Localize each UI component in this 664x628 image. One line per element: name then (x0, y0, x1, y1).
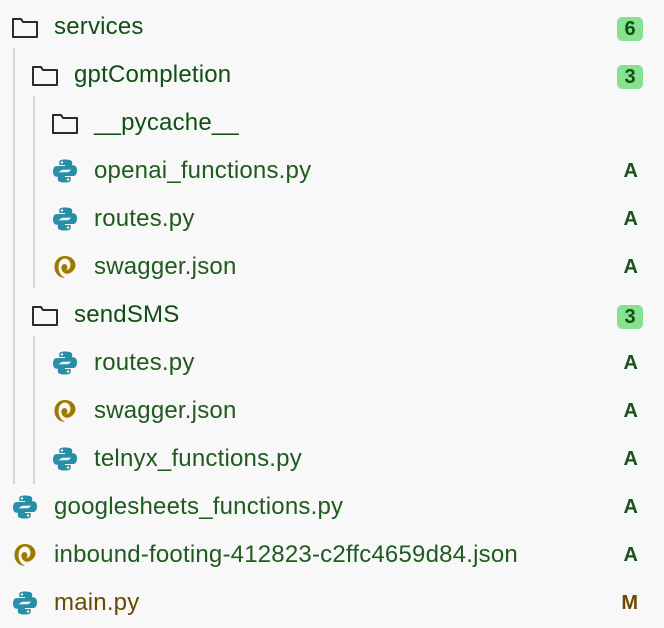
folder-icon (31, 301, 59, 329)
folder-icon (31, 61, 59, 89)
tree-item-label: routes.py (94, 205, 195, 232)
git-status-added: A (623, 160, 638, 182)
tree-item-googlesheets-functions[interactable]: googlesheets_functions.py A (0, 483, 664, 531)
folder-icon (11, 13, 39, 41)
python-icon (11, 589, 39, 617)
python-icon (51, 445, 79, 473)
git-status-modified: M (621, 592, 638, 614)
json-icon (51, 397, 79, 425)
git-status-added: A (623, 256, 638, 278)
git-status-added: A (623, 352, 638, 374)
tree-item-gpt-routes[interactable]: routes.py A (0, 195, 664, 243)
tree-item-label: sendSMS (74, 301, 180, 328)
git-status-added: A (623, 400, 638, 422)
tree-item-label: openai_functions.py (94, 157, 312, 184)
tree-item-label: services (54, 13, 144, 40)
change-count-badge: 6 (617, 17, 643, 41)
python-icon (51, 205, 79, 233)
tree-item-label: inbound-footing-412823-c2ffc4659d84.json (54, 541, 518, 568)
json-icon (51, 253, 79, 281)
folder-icon (51, 109, 79, 137)
change-count-badge: 3 (617, 305, 643, 329)
file-tree: services 6 gptCompletion 3 __pycache__ o… (0, 0, 664, 628)
git-status-added: A (623, 496, 638, 518)
change-count-badge: 3 (617, 65, 643, 89)
git-status-added: A (623, 448, 638, 470)
tree-item-label: swagger.json (94, 397, 237, 424)
tree-item-label: __pycache__ (94, 109, 239, 136)
git-status-added: A (623, 208, 638, 230)
tree-item-telnyx-functions[interactable]: telnyx_functions.py A (0, 435, 664, 483)
python-icon (51, 349, 79, 377)
tree-item-label: routes.py (94, 349, 195, 376)
tree-item-main[interactable]: main.py M (0, 579, 664, 627)
tree-item-sms-routes[interactable]: routes.py A (0, 339, 664, 387)
tree-item-label: googlesheets_functions.py (54, 493, 344, 520)
git-status-added: A (623, 544, 638, 566)
tree-item-services[interactable]: services 6 (0, 3, 664, 51)
tree-item-label: swagger.json (94, 253, 237, 280)
tree-item-label: gptCompletion (74, 61, 232, 88)
tree-item-openai-functions[interactable]: openai_functions.py A (0, 147, 664, 195)
tree-item-label: main.py (54, 589, 140, 616)
tree-item-sms-swagger[interactable]: swagger.json A (0, 387, 664, 435)
json-icon (11, 541, 39, 569)
tree-item-label: telnyx_functions.py (94, 445, 302, 472)
tree-item-gptcompletion[interactable]: gptCompletion 3 (0, 51, 664, 99)
tree-item-pycache[interactable]: __pycache__ (0, 99, 664, 147)
tree-item-sendsms[interactable]: sendSMS 3 (0, 291, 664, 339)
python-icon (11, 493, 39, 521)
tree-item-inbound-footing-json[interactable]: inbound-footing-412823-c2ffc4659d84.json… (0, 531, 664, 579)
tree-item-gpt-swagger[interactable]: swagger.json A (0, 243, 664, 291)
python-icon (51, 157, 79, 185)
